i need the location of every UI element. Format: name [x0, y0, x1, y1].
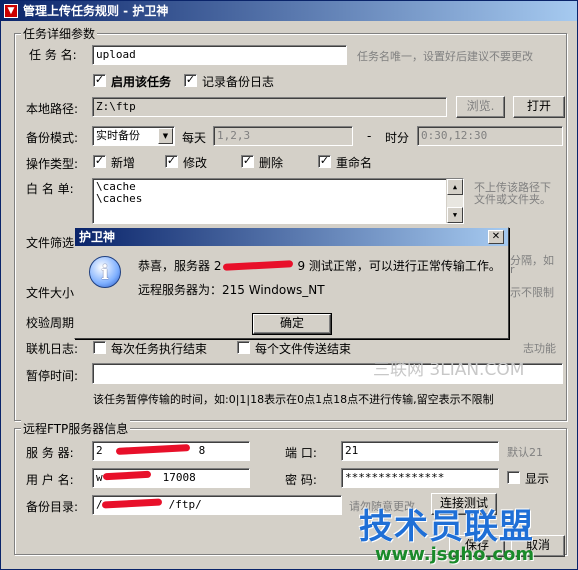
backup-mode-value: 实时备份	[96, 129, 140, 142]
op-type-label: 操作类型:	[26, 157, 79, 171]
backup-dir-label: 备份目录:	[26, 500, 79, 514]
dialog-message: 恭喜，服务器 2 9 测试正常，可以进行正常传输工作。	[138, 257, 501, 274]
dialog-ok-button[interactable]: 确定	[252, 313, 332, 335]
local-path-input[interactable]: Z:\ftp	[92, 97, 447, 117]
file-filter-hint-1: 分隔，如	[510, 254, 554, 267]
task-name-hint: 任务名唯一，设置好后建议不要更改	[357, 50, 533, 63]
dialog-message-suffix: 9 测试正常，可以进行正常传输工作。	[297, 259, 501, 273]
port-hint: 默认21	[507, 446, 543, 459]
server-value-end: 8	[198, 444, 206, 457]
open-button[interactable]: 打开	[513, 96, 565, 118]
timeslot-label: 时分	[385, 131, 410, 145]
range-dash: -	[367, 129, 372, 143]
server-value-start: 2	[96, 444, 103, 457]
whitelist-hint-2: 文件或文件夹。	[474, 193, 551, 206]
task-name-input[interactable]: upload	[92, 45, 347, 65]
local-path-label: 本地路径:	[26, 102, 79, 116]
whitelist-line: \caches	[96, 192, 143, 205]
whitelist-scrollbar[interactable]: ▲ ▼	[446, 179, 463, 223]
dialog-titlebar[interactable]: 护卫神 ✕	[75, 228, 508, 246]
online-log-task-label: 每次任务执行结束	[111, 342, 208, 356]
backup-mode-label: 备份模式:	[26, 131, 79, 145]
window-title: 管理上传任务规则 - 护卫神	[23, 4, 169, 18]
scroll-up-icon[interactable]: ▲	[447, 179, 463, 195]
info-icon: i	[89, 256, 121, 288]
scroll-down-icon[interactable]: ▼	[447, 207, 463, 223]
op-rename-checkbox[interactable]: ✓	[318, 155, 331, 168]
verify-hint: 志功能	[523, 342, 556, 355]
timeslot-input[interactable]: 0:30,12:30	[417, 126, 563, 146]
username-label: 用 户 名:	[26, 473, 74, 487]
shield-app-icon: ▼	[4, 4, 18, 18]
enable-task-label: 启用该任务	[111, 75, 172, 89]
op-delete-label: 删除	[259, 156, 284, 170]
pause-time-hint: 该任务暂停传输的时间，如:0|1|18表示在0点1点18点不进行传输,留空表示不…	[93, 393, 494, 406]
dialog-server-info: 远程服务器为：215 Windows_NT	[138, 283, 325, 297]
op-add-label: 新增	[111, 156, 136, 170]
verify-period-label: 校验周期	[26, 316, 75, 330]
enable-task-checkbox[interactable]: ✓	[93, 74, 106, 87]
op-delete-checkbox[interactable]: ✓	[241, 155, 254, 168]
username-value-start: w	[96, 471, 103, 484]
log-backup-label: 记录备份日志	[202, 75, 275, 89]
file-size-hint: 示不限制	[510, 286, 554, 299]
backup-mode-select[interactable]: 实时备份 ▼	[92, 126, 175, 146]
window-titlebar[interactable]: ▼ 管理上传任务规则 - 护卫神	[1, 1, 577, 21]
task-name-label: 任 务 名:	[29, 48, 77, 62]
dialog-message-prefix: 恭喜，服务器 2	[138, 259, 222, 273]
whitelist-textarea[interactable]: \cache \caches ▲ ▼	[92, 178, 464, 224]
jsgho-watermark-title: 技术员联盟	[359, 507, 534, 547]
daily-label: 每天	[182, 131, 207, 145]
password-label: 密 码:	[285, 473, 317, 487]
username-value-end: 17008	[162, 471, 196, 484]
password-input[interactable]: ***************	[341, 468, 499, 488]
whitelist-label: 白 名 单:	[26, 182, 74, 196]
message-dialog: 护卫神 ✕ i 恭喜，服务器 2 9 测试正常，可以进行正常传输工作。 远程服务器…	[74, 227, 509, 339]
backup-dir-value-end: /ftp/	[168, 498, 202, 511]
task-params-group-title: 任务详细参数	[21, 25, 98, 42]
online-log-file-checkbox[interactable]	[237, 341, 250, 354]
dialog-title: 护卫神	[79, 230, 116, 244]
show-password-label: 显示	[525, 472, 550, 486]
whitelist-line: \cache	[96, 180, 136, 193]
file-size-label: 文件大小	[26, 286, 75, 300]
server-label: 服 务 器:	[26, 446, 74, 460]
pause-time-label: 暂停时间:	[26, 369, 79, 383]
show-password-checkbox[interactable]	[507, 471, 520, 484]
op-modify-checkbox[interactable]: ✓	[165, 155, 178, 168]
log-backup-checkbox[interactable]: ✓	[184, 74, 197, 87]
jsgho-watermark-url: www.jsgho.com	[375, 544, 535, 565]
online-log-task-checkbox[interactable]	[93, 341, 106, 354]
ftp-group-title: 远程FTP服务器信息	[21, 420, 131, 437]
close-icon[interactable]: ✕	[488, 230, 504, 244]
op-modify-label: 修改	[183, 156, 208, 170]
online-log-file-label: 每个文件传送结束	[255, 342, 352, 356]
port-label: 端 口:	[285, 446, 317, 460]
port-input[interactable]: 21	[341, 441, 499, 461]
daily-input[interactable]: 1,2,3	[213, 126, 353, 146]
op-rename-label: 重命名	[336, 156, 373, 170]
op-add-checkbox[interactable]: ✓	[93, 155, 106, 168]
chevron-down-icon[interactable]: ▼	[158, 128, 173, 144]
sanlian-watermark: 三联网 3LIAN.COM	[373, 360, 525, 380]
online-log-label: 联机日志:	[26, 342, 79, 356]
rule-editor-window: ▼ 管理上传任务规则 - 护卫神 任务详细参数 任 务 名: upload 任务…	[0, 0, 578, 570]
file-filter-label: 文件筛选	[26, 236, 75, 250]
file-filter-hint-2: r	[510, 263, 515, 276]
browse-button[interactable]: 浏览.	[456, 96, 505, 118]
